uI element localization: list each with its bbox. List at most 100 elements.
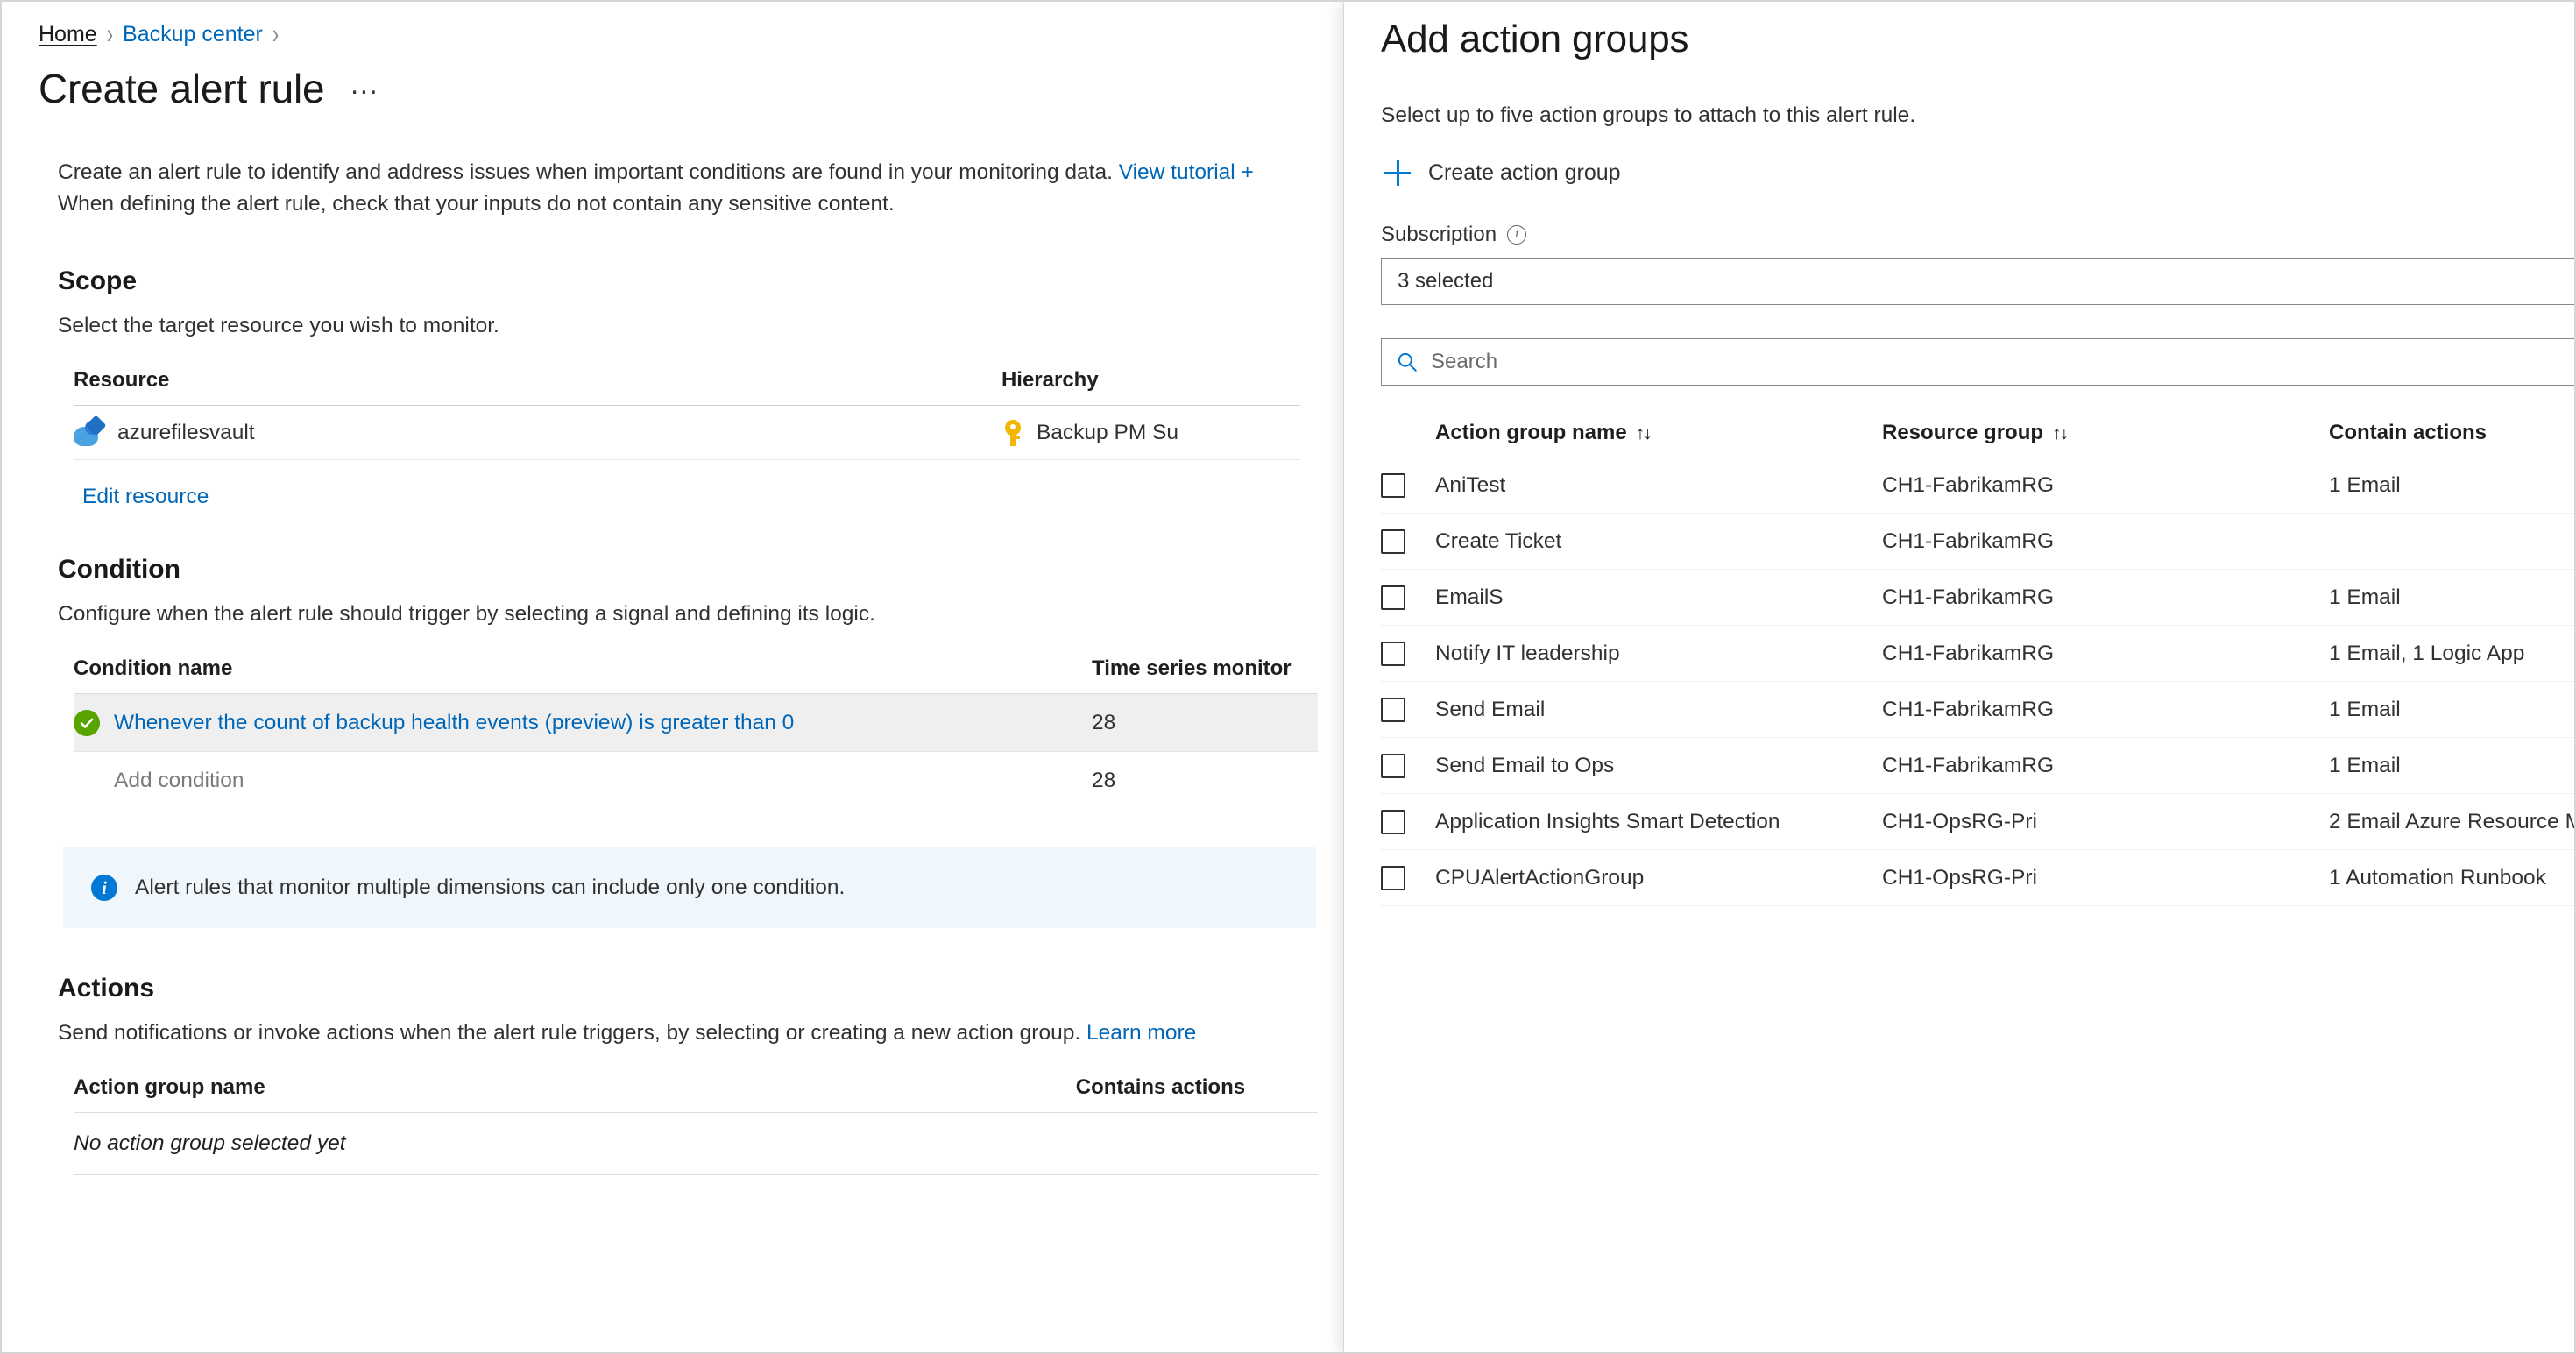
row-contain-actions: 1 Email <box>2329 753 2401 777</box>
create-action-group-button[interactable]: Create action group <box>1344 128 2574 186</box>
row-resource-group: CH1-FabrikamRG <box>1882 585 2055 609</box>
add-condition-label[interactable]: Add condition <box>114 769 244 793</box>
breadcrumb-separator-icon-2: › <box>272 17 280 50</box>
add-condition-time-series-value: 28 <box>1092 768 1116 792</box>
action-groups-table-header: Action group name ↑↓ Resource group ↑↓ Con… <box>1381 408 2574 457</box>
row-checkbox-cell <box>1381 528 1435 554</box>
breadcrumb-backup-center-link[interactable]: Backup center <box>123 21 263 47</box>
col-contain-actions: Contain actions <box>2329 420 2488 444</box>
table-row[interactable]: Application Insights Smart Detection CH1-… <box>1381 794 2574 850</box>
action-groups-rows: AniTest CH1-FabrikamRG 1 Email Create Ticke… <box>1381 457 2574 906</box>
table-row[interactable]: EmailS CH1-FabrikamRG 1 Email <box>1381 570 2574 626</box>
row-resource-group: CH1-OpsRG-Pri <box>1882 865 2037 890</box>
checkbox-icon[interactable] <box>1381 753 1405 778</box>
page-intro-text-2: When defining the alert rule, check that… <box>58 192 895 216</box>
row-contain-actions: 1 Email <box>2329 697 2401 721</box>
checkbox-icon[interactable] <box>1381 585 1405 610</box>
checkbox-icon[interactable] <box>1381 809 1405 834</box>
scope-resource-cell: azurefilesvault <box>74 415 1001 446</box>
col-resource-group[interactable]: Resource group ↑↓ <box>1882 421 2329 445</box>
checkbox-icon[interactable] <box>1381 697 1405 722</box>
row-checkbox-cell <box>1381 585 1435 610</box>
row-resource-group: CH1-FabrikamRG <box>1882 697 2055 721</box>
scope-hierarchy-value: Backup PM Su <box>1036 420 1179 444</box>
checkbox-icon[interactable] <box>1381 528 1405 554</box>
condition-description: Configure when the alert rule should tri… <box>58 602 875 627</box>
search-placeholder: Search <box>1431 350 1498 373</box>
row-action-group-name: Notify IT leadership <box>1435 641 1620 665</box>
row-contain-actions: 1 Email <box>2329 472 2401 497</box>
actions-table: Action group name Contains actions No ac… <box>74 1075 1318 1176</box>
row-checkbox-cell <box>1381 865 1435 890</box>
condition-info-banner-text: Alert rules that monitor multiple dimens… <box>135 875 846 900</box>
row-action-group-name: Send Email <box>1435 697 1546 721</box>
checkbox-icon[interactable] <box>1381 472 1405 498</box>
condition-table-header: Condition name Time series monitor <box>74 656 1318 693</box>
row-resource-group: CH1-FabrikamRG <box>1882 641 2055 665</box>
subscription-label: Subscription i <box>1344 186 2574 247</box>
row-checkbox-cell <box>1381 472 1435 498</box>
scope-col-hierarchy: Hierarchy <box>1001 368 1099 393</box>
actions-learn-more-link[interactable]: Learn more <box>1086 1021 1196 1045</box>
row-checkbox-cell <box>1381 697 1435 722</box>
condition-name-link[interactable]: Whenever the count of backup health even… <box>114 711 794 735</box>
edit-resource-link[interactable]: Edit resource <box>2 460 1343 509</box>
row-resource-group: CH1-FabrikamRG <box>1882 753 2055 777</box>
scope-heading: Scope <box>58 266 138 296</box>
subscription-label-text: Subscription <box>1381 223 1497 246</box>
actions-heading: Actions <box>58 974 155 1003</box>
subscription-dropdown[interactable]: 3 selected <box>1381 258 2574 305</box>
scope-col-resource: Resource <box>74 368 170 393</box>
table-row[interactable]: Send Email CH1-FabrikamRG 1 Email <box>1381 682 2574 738</box>
condition-col-name: Condition name <box>74 656 233 681</box>
row-action-group-name: CPUAlertActionGroup <box>1435 865 1645 890</box>
row-resource-group: CH1-FabrikamRG <box>1882 528 2055 553</box>
condition-col-time-series: Time series monitor <box>1092 656 1292 681</box>
table-row[interactable]: Send Email to Ops CH1-FabrikamRG 1 Email <box>1381 738 2574 794</box>
action-groups-table: Action group name ↑↓ Resource group ↑↓ Con… <box>1381 408 2574 906</box>
search-icon <box>1396 351 1419 373</box>
create-action-group-label: Create action group <box>1428 160 1621 185</box>
scope-table-row[interactable]: azurefilesvault Backup PM Su <box>74 406 1300 461</box>
row-checkbox-cell <box>1381 809 1435 834</box>
actions-description-text: Send notifications or invoke actions whe… <box>58 1021 1086 1046</box>
condition-name-cell: Whenever the count of backup health even… <box>74 709 1092 736</box>
row-action-group-name: Create Ticket <box>1435 528 1562 553</box>
col-resource-group-label: Resource group <box>1882 420 2044 444</box>
scope-table: Resource Hierarchy azurefilesvault Backu… <box>74 368 1300 461</box>
sort-icon-name[interactable]: ↑↓ <box>1636 423 1652 444</box>
add-condition-row[interactable]: Add condition 28 <box>74 751 1318 809</box>
add-action-groups-panel: Add action groups Select up to five acti… <box>1344 2 2574 1352</box>
sort-icon-resource-group[interactable]: ↑↓ <box>2052 423 2069 444</box>
table-row[interactable]: CPUAlertActionGroup CH1-OpsRG-Pri 1 Automa… <box>1381 850 2574 906</box>
table-row[interactable]: Create Ticket CH1-FabrikamRG <box>1381 514 2574 570</box>
table-row[interactable]: Notify IT leadership CH1-FabrikamRG 1 Emai… <box>1381 626 2574 682</box>
more-options-icon[interactable]: … <box>349 69 380 102</box>
col-action-group-name[interactable]: Action group name ↑↓ <box>1435 421 1882 445</box>
breadcrumb: Home › Backup center › <box>2 2 1343 49</box>
panel-title: Add action groups <box>1381 18 1689 60</box>
condition-table-row[interactable]: Whenever the count of backup health even… <box>74 693 1318 752</box>
recovery-vault-icon <box>74 415 107 446</box>
subscription-key-icon <box>1001 419 1024 446</box>
row-resource-group: CH1-FabrikamRG <box>1882 472 2055 497</box>
row-contain-actions: 1 Email <box>2329 585 2401 609</box>
scope-description: Select the target resource you wish to m… <box>58 314 499 338</box>
row-action-group-name: AniTest <box>1435 472 1506 497</box>
page-title: Create alert rule <box>39 66 325 111</box>
checkbox-icon[interactable] <box>1381 865 1405 890</box>
breadcrumb-home-link[interactable]: Home <box>39 21 97 47</box>
scope-resource-name: azurefilesvault <box>117 420 255 444</box>
view-tutorial-link[interactable]: View tutorial + <box>1119 160 1254 184</box>
add-condition-cell: Add condition <box>74 769 1092 793</box>
search-input[interactable]: Search <box>1381 338 2574 386</box>
checkbox-icon[interactable] <box>1381 641 1405 666</box>
row-contain-actions: 1 Automation Runbook <box>2329 865 2546 890</box>
condition-info-banner: i Alert rules that monitor multiple dime… <box>63 847 1316 929</box>
row-action-group-name: EmailS <box>1435 585 1504 609</box>
row-action-group-name: Send Email to Ops <box>1435 753 1615 777</box>
row-checkbox-cell <box>1381 753 1435 778</box>
info-tooltip-icon[interactable]: i <box>1507 225 1527 245</box>
table-row[interactable]: AniTest CH1-FabrikamRG 1 Email <box>1381 457 2574 514</box>
actions-col-name: Action group name <box>74 1075 265 1100</box>
